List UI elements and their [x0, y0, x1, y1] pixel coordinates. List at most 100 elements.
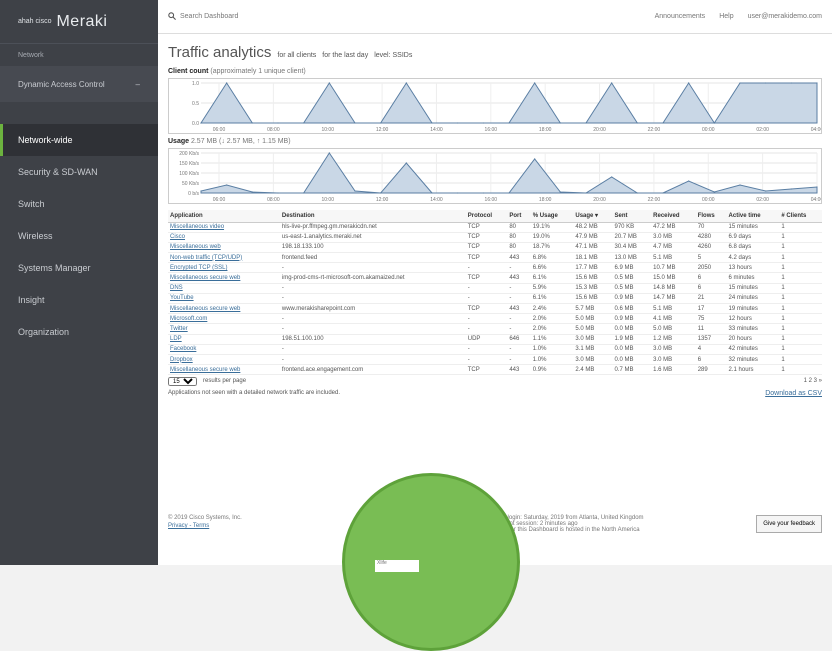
feedback-button[interactable]: Give your feedback: [756, 515, 822, 533]
pagination[interactable]: 1 2 3 »: [804, 378, 822, 384]
column-header[interactable]: Port: [507, 210, 531, 223]
app-link[interactable]: Miscellaneous secure web: [168, 272, 280, 284]
cisco-logo-icon: ahah cisco: [18, 18, 52, 25]
sidebar-item-wireless[interactable]: Wireless: [0, 220, 158, 252]
app-link[interactable]: Twitter: [168, 323, 280, 335]
app-link[interactable]: Non-web traffic (TCP/UDP): [168, 252, 280, 264]
data-point: [354, 122, 356, 124]
table-row[interactable]: Miscellaneous secure web img-prod-cms-rt-…: [168, 272, 822, 284]
clients-filter-dropdown[interactable]: for all clients: [277, 52, 316, 59]
table-cell: 443: [507, 252, 531, 264]
table-cell: www.merakisharepoint.com: [279, 303, 466, 315]
x-tick-label: 08:00: [267, 127, 280, 133]
table-cell: 1: [779, 364, 822, 376]
table-cell: 6.1%: [530, 272, 574, 284]
table-row[interactable]: LDP 198.51.100.100 UDP 646 1.1% 3.0 MB 1.9 MB 1…: [168, 334, 822, 345]
table-cell: -: [507, 354, 531, 366]
data-point: [482, 192, 484, 194]
column-header[interactable]: Flows: [695, 210, 727, 223]
table-row[interactable]: YouTube - - -6.1% 15.6 MB 0.9 MB 14.7 MB 21 24 m…: [168, 293, 822, 305]
table-row[interactable]: Microsoft.com - - -2.0% 5.0 MB 0.9 MB 4.1 MB 75…: [168, 313, 822, 325]
help-menu[interactable]: Help: [719, 13, 733, 20]
column-header[interactable]: Received: [651, 210, 696, 223]
sidebar-item-network-wide[interactable]: Network-wide: [0, 124, 158, 156]
sidebar-item-network[interactable]: Network: [0, 44, 158, 66]
column-header[interactable]: Protocol: [465, 210, 508, 223]
x-tick-label: 04:00: [811, 127, 821, 133]
privacy-link[interactable]: Privacy - Terms: [168, 523, 242, 529]
data-point: [457, 192, 459, 194]
column-header[interactable]: % Usage: [530, 210, 574, 223]
y-tick-label: 100 Kb/s: [179, 171, 199, 177]
sidebar-item-switch[interactable]: Switch: [0, 188, 158, 220]
table-cell: 18.7%: [530, 242, 574, 254]
app-link[interactable]: Dropbox: [168, 354, 280, 366]
column-header[interactable]: Usage ▾: [573, 210, 613, 223]
table-row[interactable]: Twitter - - -2.0% 5.0 MB 0.0 MB 5.0 MB 11 33 min…: [168, 323, 822, 335]
table-row[interactable]: Encrypted TCP (SSL) - - -6.6% 17.7 MB 6.9 MB 1…: [168, 262, 822, 274]
sidebar-item-systems-manager[interactable]: Systems Manager: [0, 252, 158, 284]
app-link[interactable]: Miscellaneous web: [168, 242, 280, 254]
search-box[interactable]: Search Dashboard: [168, 11, 418, 22]
app-link[interactable]: Microsoft.com: [168, 313, 280, 325]
table-cell: 1: [779, 313, 822, 325]
column-header[interactable]: Active time: [726, 210, 780, 223]
table-row[interactable]: Miscellaneous secure web www.merakisharep…: [168, 303, 822, 315]
app-link[interactable]: DNS: [168, 283, 280, 294]
app-link[interactable]: Cisco: [168, 232, 280, 243]
sidebar-item-security[interactable]: Security & SD-WAN: [0, 156, 158, 188]
user-menu[interactable]: user@merakidemo.com: [748, 13, 822, 20]
x-tick-label: 14:00: [430, 127, 443, 133]
app-link[interactable]: Facebook: [168, 344, 280, 355]
app-link[interactable]: Encrypted TCP (SSL): [168, 262, 280, 274]
table-cell: 1: [779, 272, 822, 284]
x-tick-label: 18:00: [539, 197, 552, 203]
table-row[interactable]: Miscellaneous video hls-live-pr.ffmpeg.gm…: [168, 222, 822, 233]
brand-logo[interactable]: ahah cisco Meraki: [0, 0, 158, 44]
sidebar-item-insight[interactable]: Insight: [0, 284, 158, 316]
column-header[interactable]: Destination: [279, 210, 466, 223]
app-link[interactable]: YouTube: [168, 293, 280, 305]
data-point: [636, 192, 638, 194]
data-point: [482, 122, 484, 124]
table-cell: -: [279, 323, 466, 335]
table-cell: TCP: [465, 303, 508, 315]
table-cell: 14.7 MB: [651, 293, 696, 305]
download-csv-link[interactable]: Download as CSV: [765, 390, 822, 397]
table-cell: TCP: [465, 222, 508, 233]
data-point: [559, 191, 561, 193]
copyright: © 2019 Cisco Systems, Inc.: [168, 515, 242, 521]
table-cell: 13 hours: [726, 262, 780, 274]
app-link[interactable]: Miscellaneous secure web: [168, 303, 280, 315]
column-header[interactable]: Sent: [612, 210, 652, 223]
column-header[interactable]: Application: [168, 210, 280, 223]
level-filter-dropdown[interactable]: level: SSIDs: [374, 52, 412, 59]
table-row[interactable]: DNS - - -5.9% 15.3 MB 0.5 MB 14.8 MB 6 15 minute…: [168, 283, 822, 294]
app-link[interactable]: Miscellaneous video: [168, 222, 280, 233]
table-cell: 80: [507, 242, 531, 254]
column-header[interactable]: # Clients: [779, 210, 822, 223]
table-row[interactable]: Facebook - - -1.0% 3.1 MB 0.0 MB 3.0 MB 4 42 min…: [168, 344, 822, 355]
table-cell: -: [465, 354, 508, 366]
table-cell: 10.7 MB: [651, 262, 696, 274]
table-cell: 1: [779, 354, 822, 366]
x-tick-label: 10:00: [321, 197, 334, 203]
data-point: [200, 190, 202, 192]
app-link[interactable]: Miscellaneous secure web: [168, 364, 280, 376]
time-filter-dropdown[interactable]: for the last day: [322, 52, 368, 59]
table-row[interactable]: Miscellaneous web 198.18.133.100 TCP 80 18.7…: [168, 242, 822, 254]
table-row[interactable]: Cisco us-east-1.analytics.meraki.net TCP 80…: [168, 232, 822, 243]
table-cell: 12 hours: [726, 313, 780, 325]
table-row[interactable]: Non-web traffic (TCP/UDP) frontend.feed TC…: [168, 252, 822, 264]
search-input[interactable]: Search Dashboard: [180, 13, 238, 20]
chevron-down-icon: –: [135, 79, 140, 89]
sidebar-item-organization[interactable]: Organization: [0, 316, 158, 348]
footer-line-3: Data for this Dashboard is hosted in the…: [494, 527, 640, 533]
announcements-menu[interactable]: Announcements: [655, 13, 706, 20]
app-link[interactable]: LDP: [168, 334, 280, 345]
table-row[interactable]: Miscellaneous secure web frontend.ace.eng…: [168, 364, 822, 376]
client-count-chart-container: 1.0 0.5 0.0 06:00 08:00 10:00 12:00 14:00 16:00 1…: [168, 78, 823, 134]
per-page-select[interactable]: 15: [168, 376, 197, 386]
table-row[interactable]: Dropbox - - -1.0% 3.0 MB 0.0 MB 3.0 MB 6 32 minu…: [168, 354, 822, 366]
network-selector[interactable]: Dynamic Access Control –: [0, 66, 158, 102]
